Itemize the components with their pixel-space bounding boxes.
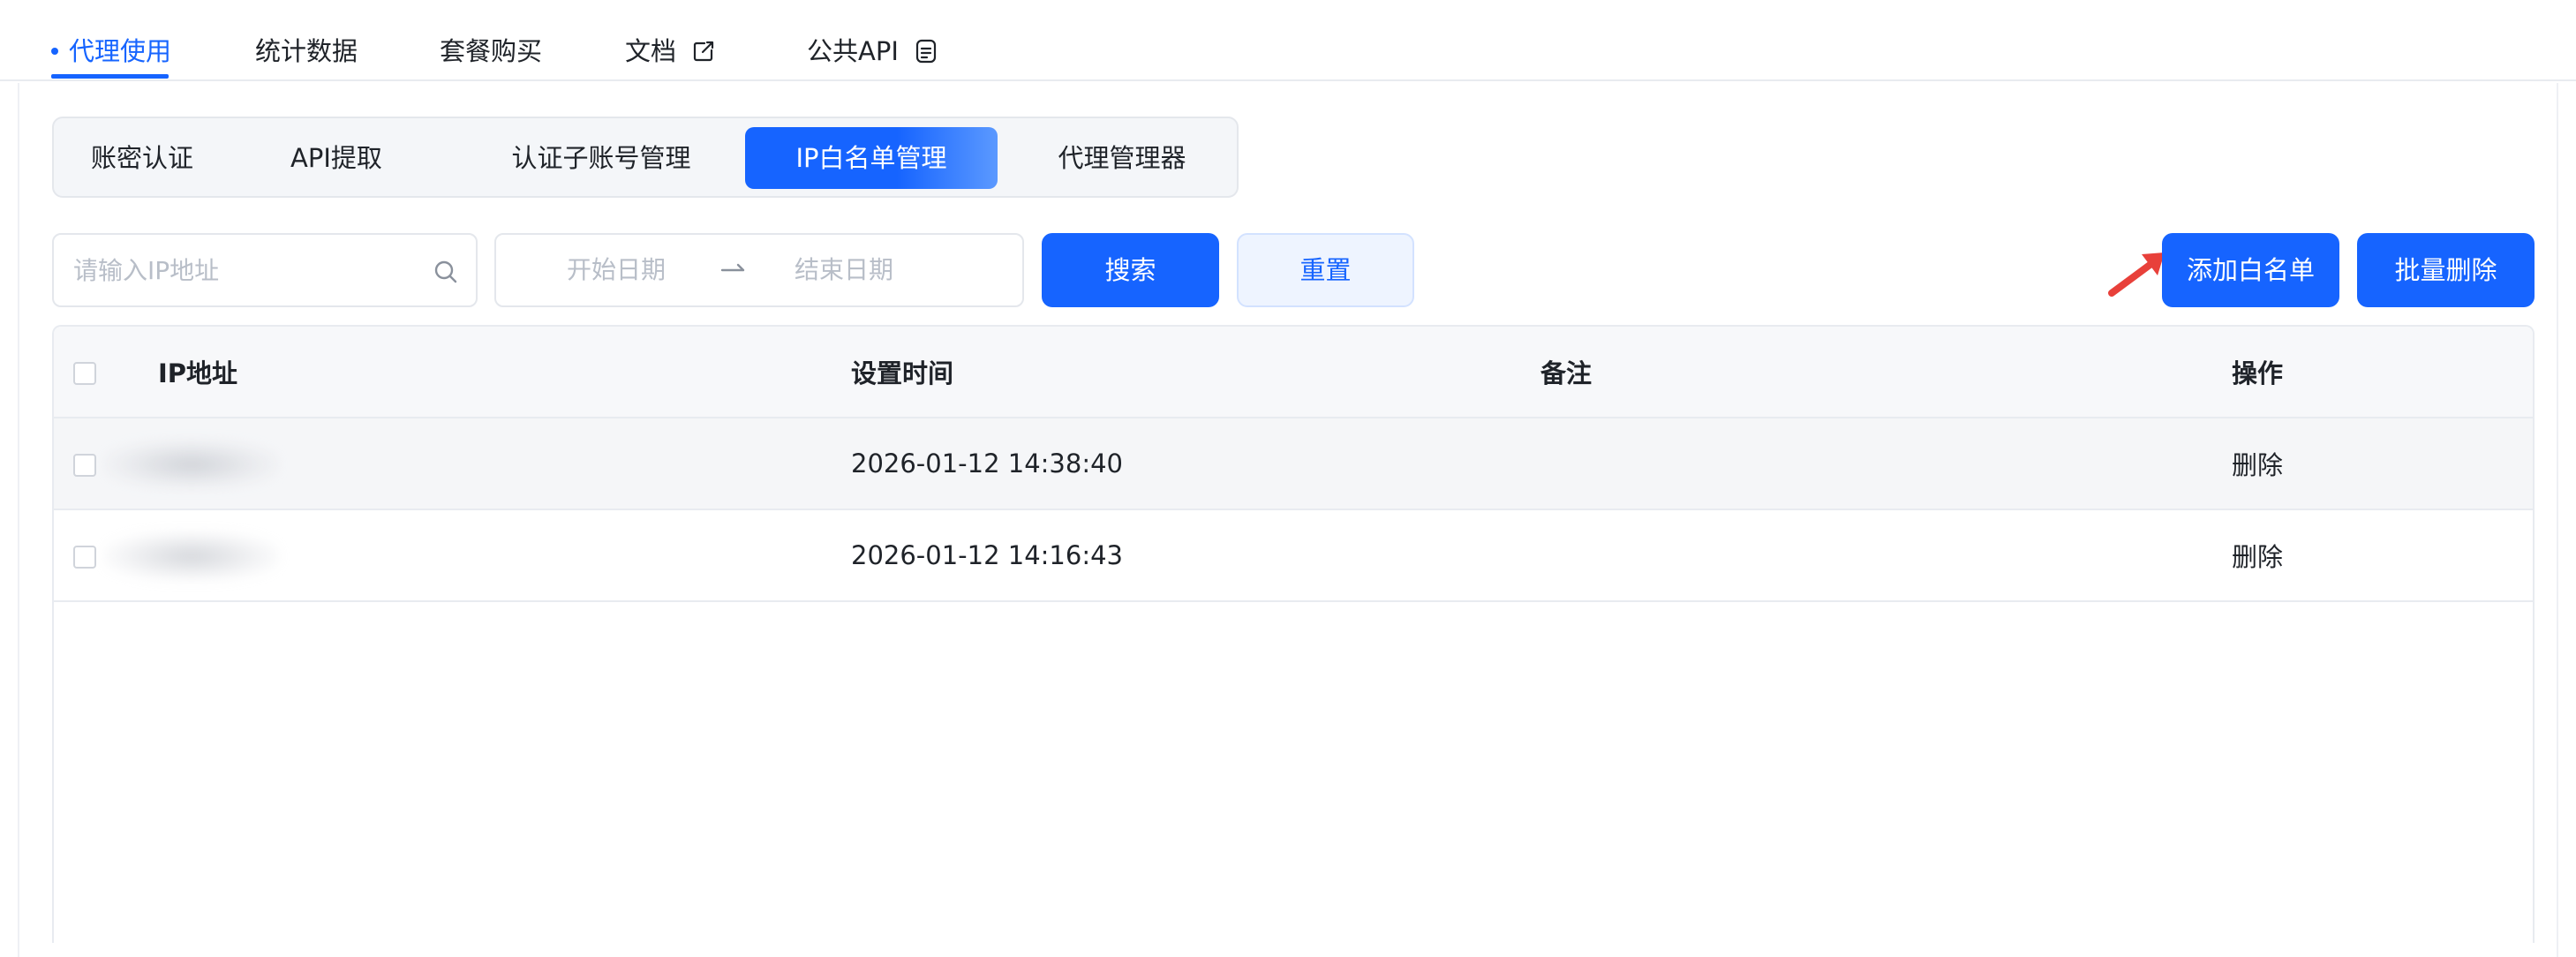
- table-row: 2026-01-12 14:38:40 删除: [54, 418, 2533, 510]
- document-icon: [915, 39, 938, 64]
- arrow-right-icon: [720, 263, 747, 281]
- tab-statistics[interactable]: 统计数据: [255, 34, 358, 69]
- tab-package-purchase[interactable]: 套餐购买: [440, 34, 542, 69]
- external-link-icon: [692, 40, 715, 63]
- top-nav: 代理使用 统计数据 套餐购买 文档 公共API: [0, 0, 2576, 81]
- tab-label: 文档: [625, 36, 677, 66]
- tab-public-api[interactable]: 公共API: [807, 34, 938, 69]
- search-icon[interactable]: [433, 260, 458, 288]
- tab-label: 套餐购买: [440, 36, 543, 66]
- subtab-label: IP白名单管理: [795, 143, 947, 173]
- tab-label: 统计数据: [255, 36, 358, 66]
- row-checkbox[interactable]: [73, 454, 96, 477]
- sub-tab-bar: 账密认证 API提取 认证子账号管理 IP白名单管理 代理管理器: [52, 117, 1239, 198]
- subtab-account-auth[interactable]: 账密认证: [63, 127, 222, 189]
- batch-delete-button[interactable]: 批量删除: [2357, 233, 2535, 307]
- subtab-api-extract[interactable]: API提取: [257, 127, 416, 189]
- subtab-label: 认证子账号管理: [511, 143, 691, 173]
- blurred-ip-value: [103, 440, 280, 489]
- tab-label: 公共API: [807, 36, 899, 66]
- annotation-arrow-icon: [2106, 249, 2170, 302]
- row-time: 2026-01-12 14:16:43: [851, 540, 1123, 570]
- ip-search-box: [52, 233, 478, 307]
- active-tab-underline: [51, 74, 169, 79]
- start-date-input[interactable]: 开始日期: [567, 252, 666, 288]
- blurred-ip-value: [103, 531, 280, 581]
- select-all-checkbox[interactable]: [73, 362, 96, 385]
- date-range-picker[interactable]: 开始日期 结束日期: [494, 233, 1024, 307]
- subtab-label: API提取: [290, 143, 382, 173]
- tab-label: 代理使用: [69, 36, 172, 66]
- column-header-action: 操作: [2232, 358, 2284, 388]
- delete-link[interactable]: 删除: [2232, 510, 2283, 600]
- subtab-ip-whitelist[interactable]: IP白名单管理: [745, 127, 998, 189]
- table-header: IP地址 设置时间 备注 操作: [54, 327, 2533, 418]
- delete-link[interactable]: 删除: [2232, 418, 2283, 509]
- subtab-label: 账密认证: [90, 143, 193, 173]
- active-dot: [51, 48, 58, 55]
- end-date-input[interactable]: 结束日期: [795, 252, 893, 288]
- column-header-note: 备注: [1540, 358, 1593, 388]
- ip-search-input[interactable]: [72, 235, 425, 305]
- column-header-ip: IP地址: [158, 358, 238, 388]
- reset-button[interactable]: 重置: [1237, 233, 1414, 307]
- table-row: 2026-01-12 14:16:43 删除: [54, 510, 2533, 602]
- tab-proxy-usage[interactable]: 代理使用: [51, 34, 171, 69]
- search-button[interactable]: 搜索: [1042, 233, 1219, 307]
- subtab-sub-account-management[interactable]: 认证子账号管理: [486, 127, 716, 189]
- column-header-time: 设置时间: [851, 358, 954, 388]
- row-time: 2026-01-12 14:38:40: [851, 448, 1123, 478]
- whitelist-table: IP地址 设置时间 备注 操作 2026-01-12 14:38:40 删除 2…: [52, 325, 2535, 943]
- add-whitelist-button[interactable]: 添加白名单: [2162, 233, 2339, 307]
- tab-docs[interactable]: 文档: [625, 34, 715, 69]
- subtab-label: 代理管理器: [1058, 143, 1186, 173]
- subtab-proxy-manager[interactable]: 代理管理器: [1025, 127, 1219, 189]
- row-checkbox[interactable]: [73, 546, 96, 569]
